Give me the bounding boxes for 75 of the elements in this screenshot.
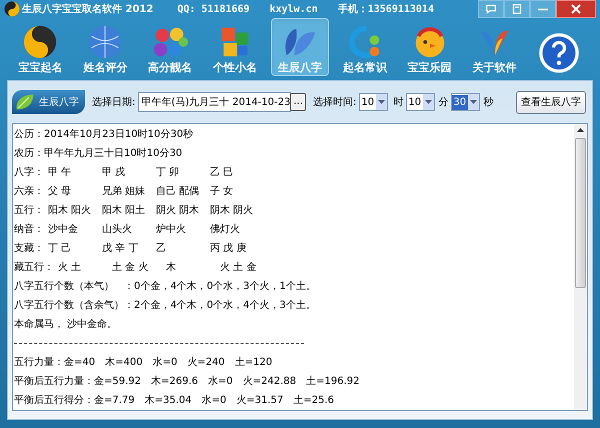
second-unit: 秒 [483, 96, 494, 110]
minimize-icon [538, 8, 548, 10]
second-dropdown[interactable]: 30 [451, 93, 480, 111]
result-line: 平衡后五行得分：金=7.79 木=35.04 水=0 火=31.57 土=25.6 [14, 394, 336, 408]
row-value: 阳木 阳土 [101, 204, 146, 218]
row-value: 戊 辛 丁 [101, 242, 140, 256]
leaf-icon [15, 93, 35, 111]
row-label: 六亲： [14, 184, 45, 199]
toolbar-button[interactable]: 宝宝乐园 [400, 18, 459, 76]
row-value: 佛灯火 [209, 222, 241, 237]
window-title: 生辰八字宝宝取名软件 2012 [22, 2, 154, 16]
skin-button[interactable] [504, 0, 530, 18]
chat-icon [484, 2, 498, 16]
result-line: 平衡后五行力量：金=59.92 木=269.6 水=0 火=242.88 土=196.92 [14, 374, 360, 389]
toolbar-button[interactable]: 高分靓名 [141, 18, 200, 76]
row-value: 阳木 阳火 [47, 204, 92, 218]
row-label: 支藏： [14, 242, 45, 256]
row-value: 甲 午 [47, 166, 72, 180]
row-value: 沙中金 [47, 222, 79, 237]
date-label: 选择日期: [92, 96, 136, 110]
result-line: 农历：甲午年九月三十日10时10分30 [14, 146, 184, 161]
row-value: 阴火 阴木 [155, 204, 200, 218]
row-value: 乙 [155, 242, 167, 256]
row-label: 五行： [14, 204, 45, 218]
view-bazi-button[interactable]: 查看生辰八字 [516, 90, 586, 114]
row-value: 炉中火 [155, 222, 187, 237]
hour-dropdown[interactable]: 10 [359, 93, 388, 111]
row-value: 火 土 [57, 260, 82, 275]
close-icon [570, 3, 582, 15]
row-value: 阴木 阴火 [209, 204, 254, 218]
row-value: 甲 戌 [101, 166, 126, 180]
phone-number: 手机：13569113014 [338, 2, 434, 16]
result-line: 本命属马， 沙中金命。 [14, 318, 118, 332]
row-value: 丁 己 [47, 242, 72, 256]
minute-unit: 分 [438, 96, 448, 110]
scrollbar-thumb[interactable] [575, 138, 586, 288]
row-value: 土 金 火 [111, 260, 150, 275]
row-value: 山头火 [101, 222, 133, 237]
row-label: 纳音： [14, 222, 45, 237]
qq-number: QQ: 51181669 [177, 2, 250, 16]
help-icon [537, 31, 582, 75]
website-text: kxylw.cn [270, 2, 318, 16]
minimize-button[interactable] [530, 0, 556, 18]
chat-button[interactable] [478, 0, 504, 18]
result-line: 八字五行个数（本气） ：0个金，4个木，0个水，3个火，1个土。 [14, 280, 317, 294]
close-button[interactable] [556, 0, 596, 18]
section-badge: 生辰八字 [12, 90, 85, 114]
row-value: 木 [165, 260, 177, 275]
row-value: 自己 配偶 [155, 185, 200, 199]
toolbar-button[interactable]: 起名常识 [336, 18, 394, 76]
result-line: 公历：2014年10月23日10时10分30秒 [14, 128, 194, 142]
row-label: 藏五行： [14, 260, 55, 275]
row-value: 火 土 金 [219, 260, 258, 275]
toolbar-button[interactable]: 关于软件 [466, 18, 524, 76]
toolbar-button[interactable]: 姓名评分 [76, 18, 134, 76]
row-value: 丁 卯 [155, 166, 180, 180]
date-field[interactable]: 甲午年(马)九月三十 2014-10-23 [138, 92, 292, 112]
row-value: 兄弟 姐妹 [101, 185, 146, 199]
yin-yang-icon [4, 1, 20, 17]
result-line: 五行力量：金=40 木=400 水=0 火=240 土=120 [14, 356, 274, 370]
row-label: 八字： [14, 166, 45, 180]
row-value: 丙 戊 庚 [209, 242, 248, 256]
toolbar-button[interactable]: 个性小名 [206, 18, 264, 76]
vertical-scrollbar[interactable] [574, 124, 587, 410]
toolbar-button[interactable]: 生辰八字 [270, 18, 329, 76]
time-label: 选择时间: [313, 96, 356, 110]
row-value: 乙 巳 [209, 166, 234, 180]
result-line: 八字五行个数（含余气）：2个金，4个木，0个水，4个火，3个土。 [14, 298, 317, 313]
skin-icon [510, 2, 524, 16]
row-value: 父 母 [47, 185, 72, 199]
row-value: 子 女 [209, 185, 234, 199]
toolbar-button[interactable]: 宝宝起名 [11, 18, 70, 76]
date-picker-button[interactable]: ... [290, 93, 306, 111]
hour-unit: 时 [393, 96, 404, 110]
minute-dropdown[interactable]: 10 [406, 93, 436, 111]
